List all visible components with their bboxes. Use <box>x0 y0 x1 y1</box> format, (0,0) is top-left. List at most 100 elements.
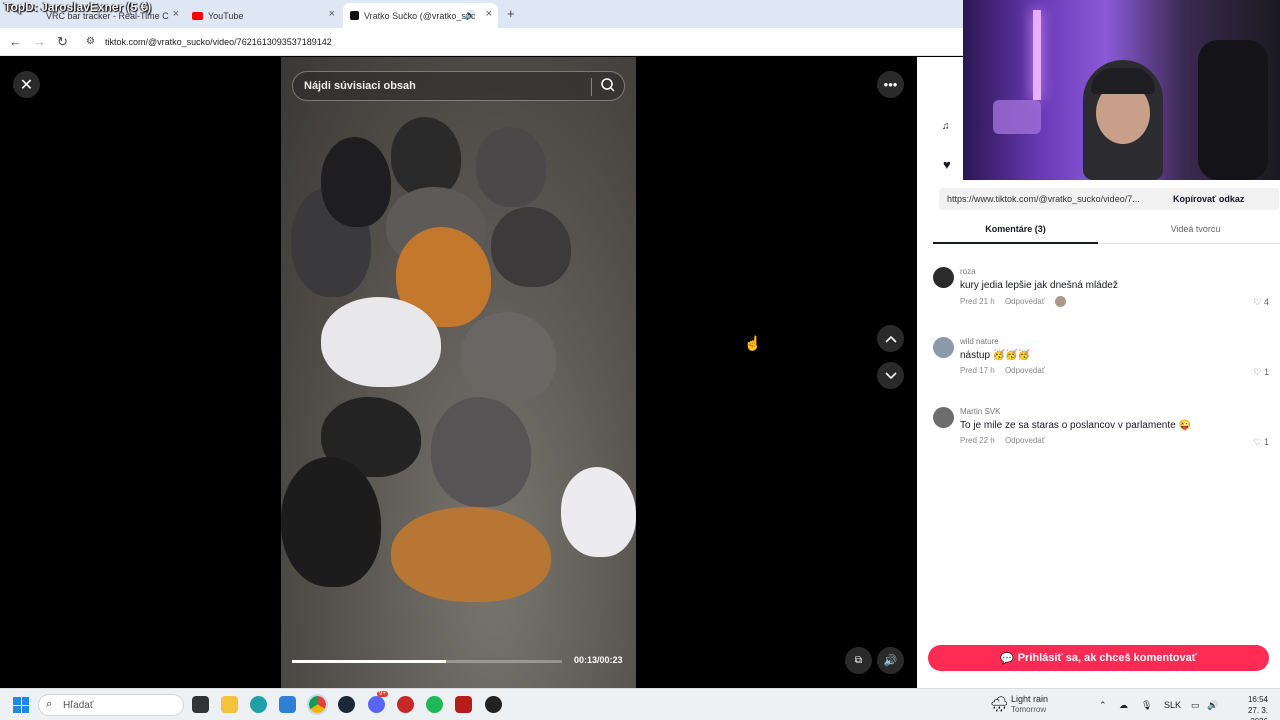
related-search-input[interactable]: Nájdi súvisiaci obsah <box>292 71 625 101</box>
comment-meta: Pred 17 h Odpovedať <box>960 366 1053 375</box>
hen <box>491 207 571 287</box>
spotify-icon[interactable] <box>426 696 443 713</box>
comment-text: To je mile ze sa staras o poslancov v pa… <box>960 420 1191 431</box>
comment-time: Pred 21 h <box>960 296 995 306</box>
search-icon[interactable] <box>600 77 616 98</box>
progress-fill <box>292 660 446 663</box>
comment-time: Pred 22 h <box>960 436 995 445</box>
tab-comments[interactable]: Komentáre (3) <box>933 224 1098 244</box>
volume-icon[interactable]: 🔊 <box>1207 700 1218 711</box>
display-icon[interactable]: ▭ <box>1191 700 1200 711</box>
avatar[interactable] <box>933 267 954 288</box>
previous-video-button[interactable] <box>877 325 904 352</box>
language-indicator[interactable]: SLK <box>1164 700 1181 710</box>
avatar[interactable] <box>933 337 954 358</box>
url-field[interactable]: tiktok.com/@vratko_sucko/video/762161309… <box>105 37 332 47</box>
tab-creator-videos[interactable]: Videá tvorcu <box>1113 224 1278 234</box>
comment-username[interactable]: wild nature <box>960 337 999 346</box>
network-cloud-icon[interactable]: ☁ <box>1119 700 1128 711</box>
like-count: 4 <box>1263 297 1269 307</box>
login-button-label: Prihlásiť sa, ak chceš komentovať <box>1017 652 1197 664</box>
like-count: 1 <box>1263 437 1269 447</box>
comment-like[interactable]: ♡ 1 <box>1253 437 1269 448</box>
video-link-text[interactable]: https://www.tiktok.com/@vratko_sucko/vid… <box>947 194 1140 204</box>
forward-icon[interactable]: → <box>33 34 46 49</box>
close-video-button[interactable]: ✕ <box>13 71 40 98</box>
tray-overflow-icon[interactable]: ⌃ <box>1099 700 1107 711</box>
comment-like[interactable]: ♡ 1 <box>1253 367 1269 378</box>
tab-label: Vratko Sučko (@vratko_suc <box>364 10 476 21</box>
streaming-app-icon[interactable] <box>455 696 472 713</box>
search-divider <box>591 78 592 96</box>
sidebar-tabs: Komentáre (3) Videá tvorcu <box>933 217 1280 244</box>
windows-taskbar: ⌕ Hľadať 9+ 🌧 Light rain Tomorrow ⌃ ☁ 🎙 … <box>0 688 1280 720</box>
steam-icon[interactable] <box>338 696 355 713</box>
hen <box>391 507 551 602</box>
microphone-icon[interactable]: 🎙 <box>1141 700 1152 711</box>
comment-meta: Pred 22 h Odpovedať <box>960 436 1053 445</box>
tab-tiktok[interactable]: Vratko Sučko (@vratko_suc 🔊 × <box>343 3 498 28</box>
hen <box>321 137 391 227</box>
edge-icon[interactable] <box>250 696 267 713</box>
hen <box>561 467 636 557</box>
reload-icon[interactable]: ↻ <box>57 34 68 50</box>
close-icon[interactable]: × <box>329 8 335 20</box>
comment-username[interactable]: Martin SVK <box>960 407 1000 416</box>
opera-gx-icon[interactable] <box>397 696 414 713</box>
search-placeholder: Nájdi súvisiaci obsah <box>304 80 416 92</box>
windows-start-icon[interactable] <box>13 697 29 713</box>
pip-button[interactable]: ⧉ <box>845 647 872 674</box>
tab-youtube[interactable]: YouTube × <box>186 3 341 28</box>
taskbar-search-placeholder: Hľadať <box>63 700 94 711</box>
back-icon[interactable]: ← <box>9 34 22 49</box>
copy-link-button[interactable]: Kopírovať odkaz <box>1173 194 1244 204</box>
file-explorer-icon[interactable] <box>221 696 238 713</box>
rgb-light <box>1033 10 1041 100</box>
tab-label: YouTube <box>208 10 244 21</box>
streamer-cap <box>1091 68 1155 94</box>
task-view-icon[interactable] <box>192 696 209 713</box>
reply-button[interactable]: Odpovedať <box>1005 436 1045 445</box>
login-to-comment-button[interactable]: 💬 Prihlásiť sa, ak chceš komentovať <box>928 645 1269 671</box>
music-icon: ♫ <box>942 121 950 132</box>
hen <box>281 457 381 587</box>
like-heart-icon[interactable]: ♥ <box>943 157 951 172</box>
like-count: 1 <box>1263 367 1269 377</box>
close-icon[interactable]: × <box>173 8 179 20</box>
comment-like[interactable]: ♡ 4 <box>1253 297 1269 308</box>
taskbar-search-input[interactable]: ⌕ Hľadať <box>38 694 184 716</box>
reply-button[interactable]: Odpovedať <box>1005 297 1045 306</box>
site-info-icon[interactable]: ⚙ <box>86 36 95 47</box>
comment-text: nástup 🥳🥳🥳 <box>960 350 1031 361</box>
video-player: ✕ Nájdi súvisiaci obsah ••• 00:13/00:23 … <box>0 57 917 688</box>
system-clock[interactable]: 16:54 27. 3. 2026 <box>1228 694 1268 720</box>
volume-button[interactable]: 🔊 <box>877 647 904 674</box>
store-icon[interactable] <box>279 696 296 713</box>
start-tile <box>13 697 21 705</box>
more-options-button[interactable]: ••• <box>877 71 904 98</box>
new-tab-button[interactable]: + <box>507 6 515 21</box>
hen <box>461 312 556 402</box>
obs-icon[interactable] <box>485 696 502 713</box>
chrome-icon[interactable] <box>307 694 328 715</box>
mouse-cursor: ☝ <box>744 335 762 351</box>
comment-text: kury jedia lepšie jak dnešná mládež <box>960 280 1118 291</box>
weather-icon[interactable]: 🌧 <box>990 695 1009 713</box>
hen <box>321 297 441 387</box>
weather-subtitle: Tomorrow <box>1011 705 1047 714</box>
reply-button[interactable]: Odpovedať <box>1005 366 1045 375</box>
comment-username[interactable]: roza <box>960 267 976 276</box>
comment-icon: 💬 <box>1000 652 1014 665</box>
avatar[interactable] <box>933 407 954 428</box>
progress-bar[interactable] <box>292 660 562 663</box>
clock-date: 27. 3. 2026 <box>1247 706 1268 720</box>
next-video-button[interactable] <box>877 362 904 389</box>
discord-icon[interactable]: 9+ <box>368 691 388 713</box>
video-frame[interactable] <box>281 57 636 688</box>
top-donation-overlay: TopD: JaroslavExner (5 €) <box>4 0 152 14</box>
speaker-icon: 🔊 <box>464 10 476 20</box>
heart-outline-icon: ♡ <box>1253 367 1262 377</box>
close-icon[interactable]: × <box>486 8 492 20</box>
hen <box>431 397 531 507</box>
comment-time: Pred 17 h <box>960 366 995 375</box>
